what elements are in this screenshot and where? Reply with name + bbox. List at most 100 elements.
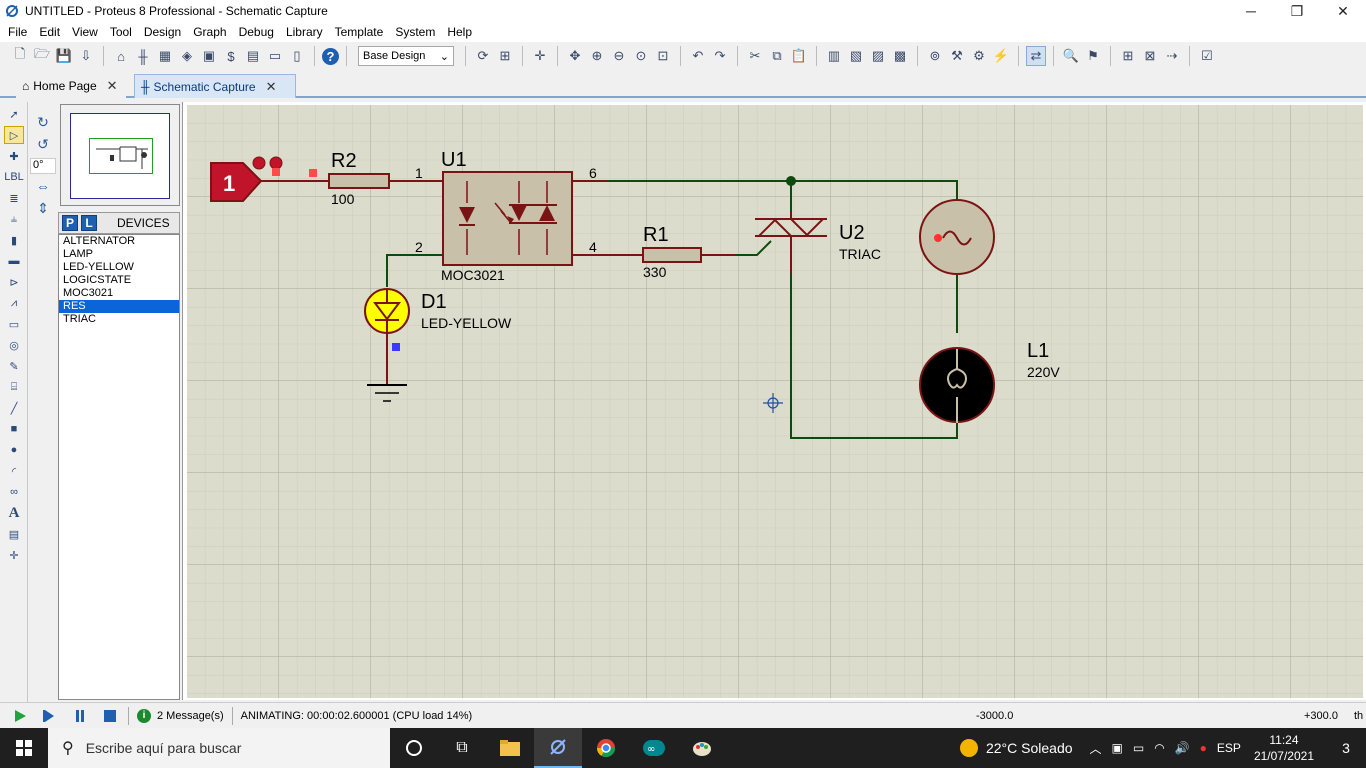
battery-icon[interactable]: ▭ [1133, 741, 1144, 755]
task-view-icon[interactable]: ⧉ [438, 728, 486, 768]
menu-library[interactable]: Library [280, 22, 329, 42]
marker-2d-icon[interactable]: ✛ [4, 546, 24, 564]
block-delete-icon[interactable]: ▩ [890, 46, 910, 66]
mirror-horizontal-icon[interactable]: ⇔ [33, 176, 53, 196]
messages-indicator[interactable]: i 2 Message(s) [137, 708, 224, 723]
chevron-up-icon[interactable]: ︿ [1090, 740, 1102, 757]
graph-icon[interactable]: ⩘ [4, 294, 24, 312]
redo-icon[interactable]: ↷ [710, 46, 730, 66]
virtual-instruments-icon[interactable]: ⌸ [4, 378, 24, 396]
paste-icon[interactable]: 📋 [789, 46, 809, 66]
copy-icon[interactable]: ⧉ [767, 46, 787, 66]
chrome-icon[interactable] [582, 728, 630, 768]
electrical-rule-check-icon[interactable]: ☑ [1197, 46, 1217, 66]
device-item-triac[interactable]: TRIAC [59, 313, 179, 326]
make-device-icon[interactable]: ⚒ [947, 46, 967, 66]
3d-view-icon[interactable]: ▣ [199, 46, 219, 66]
schematic-sheet[interactable]: 1 R2 100 U1 MOC3021 1 2 6 4 R1 330 U2 TR… [187, 105, 1363, 698]
goto-sheet-icon[interactable]: ⇢ [1162, 46, 1182, 66]
symbol-2d-icon[interactable]: ▤ [4, 525, 24, 543]
device-item-logicstate[interactable]: LOGICSTATE [59, 274, 179, 287]
step-icon[interactable] [40, 706, 60, 726]
new-file-icon[interactable]: 🗋 [10, 46, 30, 66]
grid-toggle-icon[interactable]: ⊞ [495, 46, 515, 66]
rotation-angle-field[interactable]: 0° [30, 158, 56, 174]
remove-sheet-icon[interactable]: ⊠ [1140, 46, 1160, 66]
wifi-icon[interactable]: ◠ [1154, 741, 1164, 755]
pcb-icon[interactable]: ▦ [155, 46, 175, 66]
refresh-icon[interactable]: ⟳ [473, 46, 493, 66]
alternator-source[interactable] [919, 199, 995, 275]
decompose-icon[interactable]: ⚡ [991, 46, 1011, 66]
close-window-button[interactable]: ✕ [1320, 0, 1366, 22]
path-2d-icon[interactable]: ∞ [4, 483, 24, 501]
language-indicator[interactable]: ESP [1217, 741, 1241, 755]
circle-2d-icon[interactable]: ● [4, 441, 24, 459]
bom-icon[interactable]: $ [221, 46, 241, 66]
schematic-editing-window[interactable]: 1 R2 100 U1 MOC3021 1 2 6 4 R1 330 U2 TR… [182, 102, 1366, 700]
pause-icon[interactable] [70, 706, 90, 726]
menu-graph[interactable]: Graph [187, 22, 232, 42]
library-manager-button[interactable]: L [81, 215, 97, 231]
document-icon[interactable]: ▯ [287, 46, 307, 66]
zoom-area-icon[interactable]: ⊡ [653, 46, 673, 66]
rotate-anticlockwise-icon[interactable]: ↺ [33, 134, 53, 154]
line-2d-icon[interactable]: ╱ [4, 399, 24, 417]
arc-2d-icon[interactable]: ◜ [4, 462, 24, 480]
file-explorer-icon[interactable] [486, 728, 534, 768]
volume-icon[interactable]: 🔊 [1175, 741, 1190, 755]
tape-recorder-icon[interactable]: ▭ [4, 315, 24, 333]
menu-template[interactable]: Template [329, 22, 390, 42]
device-pins-icon[interactable]: ⊳ [4, 273, 24, 291]
block-move-icon[interactable]: ▧ [846, 46, 866, 66]
wire-autorouter-icon[interactable]: ⇄ [1026, 46, 1046, 66]
selection-mode-icon[interactable]: ➚ [4, 105, 24, 123]
junction-dot-icon[interactable]: ✚ [4, 147, 24, 165]
subcircuit-icon[interactable]: ▮ [4, 231, 24, 249]
minimize-button[interactable]: ─ [1228, 0, 1274, 22]
rotate-clockwise-icon[interactable]: ↻ [33, 112, 53, 132]
home-icon[interactable]: ⌂ [111, 46, 131, 66]
voltage-probe-icon[interactable]: ✎ [4, 357, 24, 375]
arduino-icon[interactable]: ∞ [630, 728, 678, 768]
schematic-icon[interactable]: ╫ [133, 46, 153, 66]
open-folder-icon[interactable]: 🗁 [32, 46, 52, 66]
cortana-icon[interactable] [390, 728, 438, 768]
box-2d-icon[interactable]: ■ [4, 420, 24, 438]
pick-device-icon[interactable]: ⊚ [925, 46, 945, 66]
device-item-alternator[interactable]: ALTERNATOR [59, 235, 179, 248]
menu-tool[interactable]: Tool [104, 22, 138, 42]
overview-viewport[interactable] [89, 138, 153, 174]
weather-widget[interactable]: 22°C Soleado [959, 739, 1073, 757]
taskbar-search-box[interactable]: ⚲ Escribe aquí para buscar [48, 728, 390, 768]
maximize-button[interactable]: ❐ [1274, 0, 1320, 22]
zoom-in-icon[interactable]: ⊕ [587, 46, 607, 66]
notes-icon[interactable]: ▭ [265, 46, 285, 66]
undo-icon[interactable]: ↶ [688, 46, 708, 66]
paint-icon[interactable] [678, 728, 726, 768]
device-item-moc3021[interactable]: MOC3021 [59, 287, 179, 300]
tab-home-page[interactable]: ⌂ Home Page ✕ [16, 74, 126, 98]
device-item-lamp[interactable]: LAMP [59, 248, 179, 261]
generator-icon[interactable]: ◎ [4, 336, 24, 354]
gerber-icon[interactable]: ◈ [177, 46, 197, 66]
terminals-icon[interactable]: ▬ [4, 252, 24, 270]
pick-devices-button[interactable]: P [62, 215, 78, 231]
block-rotate-icon[interactable]: ▨ [868, 46, 888, 66]
notification-center-icon[interactable]: 3 [1326, 740, 1366, 756]
device-item-res[interactable]: RES [59, 300, 179, 313]
design-variant-select[interactable]: Base Design ⌄ [358, 46, 454, 66]
new-sheet-icon[interactable]: ⊞ [1118, 46, 1138, 66]
tab-schematic-capture[interactable]: ╫ Schematic Capture ✕ [134, 74, 296, 98]
pan-icon[interactable]: ✥ [565, 46, 585, 66]
device-item-led-yellow[interactable]: LED-YELLOW [59, 261, 179, 274]
menu-view[interactable]: View [66, 22, 104, 42]
camera-status-icon[interactable]: ● [1200, 741, 1207, 755]
overview-window[interactable] [60, 104, 180, 206]
component-mode-icon[interactable]: ▷ [4, 126, 24, 144]
windows-start-button[interactable] [0, 728, 48, 768]
mirror-vertical-icon[interactable]: ⇕ [33, 198, 53, 218]
menu-debug[interactable]: Debug [233, 22, 280, 42]
meet-now-icon[interactable]: ▣ [1112, 741, 1123, 755]
block-copy-icon[interactable]: ▥ [824, 46, 844, 66]
